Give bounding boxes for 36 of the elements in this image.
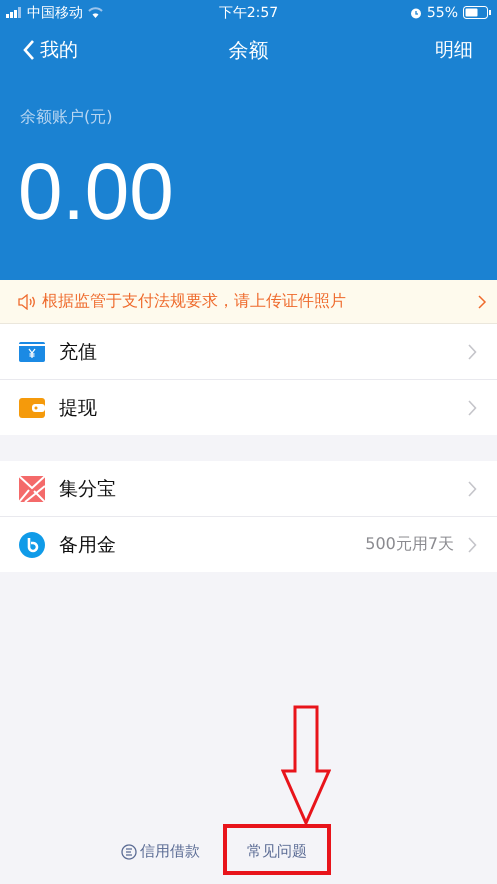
notice-text: 根据监管于支付法规要求，请上传证件照片 xyxy=(42,291,347,312)
chevron-icon xyxy=(468,536,477,552)
chevron-icon xyxy=(468,480,477,496)
carrier-name: 中国移动 xyxy=(27,4,83,22)
wallet-icon xyxy=(19,398,45,418)
battery-percent: 55% xyxy=(426,4,458,20)
balance-amount: 0.00 xyxy=(18,146,175,238)
footer-link[interactable]: 信用借款 xyxy=(121,842,200,861)
card-icon xyxy=(19,342,45,362)
menu-row[interactable]: 充值 xyxy=(0,324,497,380)
status-time: 下午2:57 xyxy=(218,4,278,22)
row-note: 500元用7天 xyxy=(365,534,454,555)
chevron-icon xyxy=(478,294,487,308)
details-button[interactable]: 明细 xyxy=(435,37,473,63)
signal-icon xyxy=(6,7,22,18)
back-icon xyxy=(22,39,36,61)
balance-label: 余额账户(元) xyxy=(20,107,114,128)
page-title: 余额 xyxy=(228,36,268,64)
footer-link[interactable]: 常见问题 xyxy=(247,842,307,861)
chevron-icon xyxy=(468,344,477,360)
notice-banner[interactable]: 根据监管于支付法规要求，请上传证件照片 xyxy=(0,280,497,324)
row-label: 备用金 xyxy=(59,532,117,558)
speaker-icon xyxy=(18,294,36,310)
wifi-icon xyxy=(88,7,103,18)
battery-icon xyxy=(463,6,491,19)
menu-row[interactable]: 集分宝 xyxy=(0,461,497,517)
chevron-icon xyxy=(468,400,477,416)
menu-row[interactable]: 提现 xyxy=(0,380,497,435)
row-label: 集分宝 xyxy=(59,476,117,502)
row-label: 提现 xyxy=(59,396,98,420)
envelope-icon xyxy=(19,476,45,502)
back-button[interactable]: 我的 xyxy=(22,37,78,63)
menu-row[interactable]: 备用金 500元用7天 xyxy=(0,517,497,572)
alarm-icon xyxy=(410,6,422,18)
row-label: 充值 xyxy=(59,340,98,364)
circle-b-icon xyxy=(19,532,45,558)
